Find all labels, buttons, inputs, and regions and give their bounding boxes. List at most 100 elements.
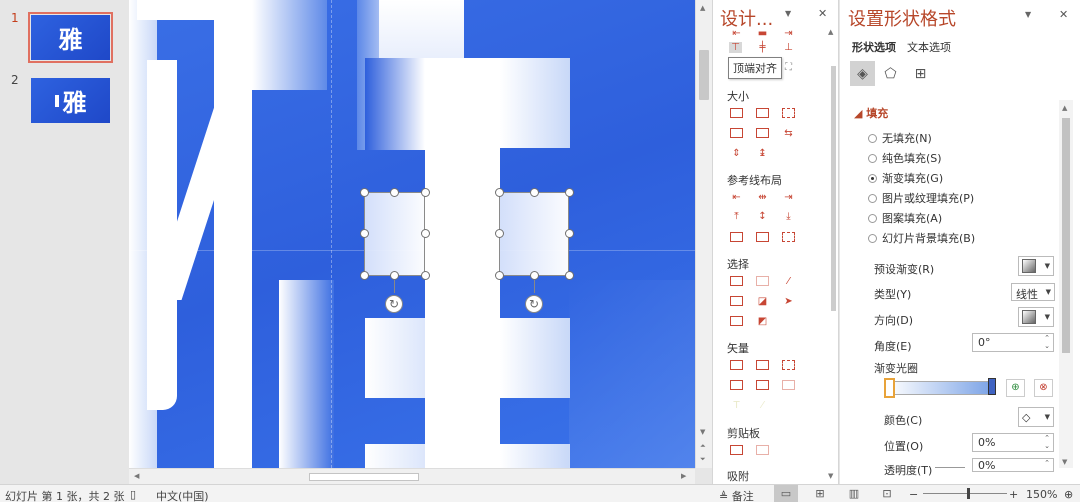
transparency-slider[interactable] xyxy=(935,467,965,468)
guide-top-icon[interactable]: ⤒ xyxy=(730,211,743,222)
guide-grid-icon[interactable] xyxy=(782,232,795,242)
align-top-icon[interactable]: ⊤ xyxy=(729,42,742,53)
resize-handle[interactable] xyxy=(495,271,504,280)
guide-distribute-icon[interactable] xyxy=(756,232,769,242)
zoom-slider-thumb[interactable] xyxy=(967,488,970,499)
angle-input[interactable]: 0° ⌃ ⌄ xyxy=(972,333,1054,352)
selected-rectangle-1[interactable] xyxy=(364,192,425,276)
radio-gradient-fill[interactable]: 渐变填充(G) xyxy=(868,170,943,186)
radio-picture-fill[interactable]: 图片或纹理填充(P) xyxy=(868,190,974,206)
slide-thumbnail-1[interactable]: 雅 xyxy=(28,12,113,63)
guide-distribute-icon[interactable] xyxy=(730,232,743,242)
remove-stop-icon[interactable]: ⊗ xyxy=(1034,379,1053,397)
resize-handle[interactable] xyxy=(565,271,574,280)
select-layer-icon[interactable]: ◪ xyxy=(756,296,769,307)
scroll-left-icon[interactable]: ◀ xyxy=(134,472,139,480)
resize-handle[interactable] xyxy=(390,271,399,280)
select-group-icon[interactable] xyxy=(730,316,743,326)
zoom-slider[interactable] xyxy=(923,493,1007,494)
align-middle-icon[interactable]: ╪ xyxy=(756,42,769,53)
resize-handle[interactable] xyxy=(360,188,369,197)
tab-text-options[interactable]: 文本选项 xyxy=(907,39,951,55)
size-properties-icon[interactable]: ⊞ xyxy=(908,61,933,86)
gradient-stops-bar[interactable] xyxy=(886,381,994,395)
reading-view-icon[interactable]: ▥ xyxy=(842,485,866,502)
guide-bottom-icon[interactable]: ⤓ xyxy=(782,211,795,222)
preset-gradient-picker[interactable]: ▼ xyxy=(1018,256,1054,276)
pane-scrollbar[interactable] xyxy=(831,66,836,311)
fragment-icon[interactable] xyxy=(782,360,795,370)
radio-background-fill[interactable]: 幻灯片背景填充(B) xyxy=(868,230,975,246)
copy-icon[interactable] xyxy=(730,445,743,455)
position-input[interactable]: 0% ⌃ ⌄ xyxy=(972,433,1054,452)
slideshow-icon[interactable]: ⊡ xyxy=(875,485,899,502)
resize-handle[interactable] xyxy=(530,188,539,197)
pane-options-icon[interactable]: ▼ xyxy=(1025,10,1031,19)
next-slide-icon[interactable]: ⏷ xyxy=(700,455,706,464)
resize-handle[interactable] xyxy=(360,229,369,238)
resize-handle[interactable] xyxy=(421,271,430,280)
scrollbar-thumb[interactable] xyxy=(1062,118,1070,353)
resize-handle[interactable] xyxy=(495,188,504,197)
align-right-icon[interactable]: ⇥ xyxy=(782,28,795,39)
select-same-icon[interactable] xyxy=(730,276,743,286)
fill-section-header[interactable]: ◢ 填充 xyxy=(854,105,888,121)
fit-to-window-icon[interactable]: ⊕ xyxy=(1064,488,1073,501)
radio-no-fill[interactable]: 无填充(N) xyxy=(868,130,932,146)
normal-view-icon[interactable]: ▭ xyxy=(774,485,798,502)
selected-rectangle-2[interactable] xyxy=(499,192,569,276)
same-size-icon[interactable] xyxy=(730,108,743,118)
swap-size-icon[interactable]: ⇆ xyxy=(782,128,795,139)
scroll-down-icon[interactable]: ▼ xyxy=(828,472,833,480)
canvas-vertical-scrollbar[interactable]: ▲ ▼ ⏶ ⏷ xyxy=(695,0,712,468)
select-layer-icon[interactable]: ◩ xyxy=(756,316,769,327)
guide-center-icon[interactable]: ⇹ xyxy=(756,192,769,203)
guide-left-icon[interactable]: ⇤ xyxy=(730,192,743,203)
subtract-icon[interactable] xyxy=(756,380,769,390)
close-icon[interactable]: ✕ xyxy=(818,7,827,20)
resize-handle[interactable] xyxy=(565,188,574,197)
gradient-stop-handle[interactable] xyxy=(988,378,996,395)
radio-pattern-fill[interactable]: 图案填充(A) xyxy=(868,210,942,226)
pane-options-icon[interactable]: ▼ xyxy=(785,9,791,18)
color-picker[interactable]: ◇ ▼ xyxy=(1018,407,1054,427)
select-group-icon[interactable] xyxy=(730,296,743,306)
scroll-down-icon[interactable]: ▼ xyxy=(1062,458,1067,466)
resize-handle[interactable] xyxy=(495,229,504,238)
spinner-icon[interactable]: ⌃ ⌄ xyxy=(1044,334,1050,350)
combine-icon[interactable] xyxy=(756,360,769,370)
effects-pentagon-icon[interactable]: ⬠ xyxy=(878,61,903,86)
zoom-out-button[interactable]: − xyxy=(909,488,918,501)
guide-right-icon[interactable]: ⇥ xyxy=(782,192,795,203)
scrollbar-thumb[interactable] xyxy=(309,473,419,481)
resize-handle[interactable] xyxy=(421,188,430,197)
cursor-icon[interactable]: ➤ xyxy=(782,296,795,307)
type-dropdown[interactable]: 线性 ▼ xyxy=(1011,283,1055,301)
spinner-icon[interactable]: ⌃ xyxy=(1044,459,1050,467)
fill-line-icon[interactable]: ◈ xyxy=(850,61,875,86)
resize-handle[interactable] xyxy=(390,188,399,197)
union-icon[interactable] xyxy=(730,360,743,370)
resize-handle[interactable] xyxy=(530,271,539,280)
stretch-icon[interactable]: ↨ xyxy=(756,148,769,159)
scroll-up-icon[interactable]: ▲ xyxy=(700,4,705,12)
book-icon[interactable]: ▯ xyxy=(130,488,136,501)
zoom-in-button[interactable]: + xyxy=(1009,488,1018,501)
resize-handle[interactable] xyxy=(360,271,369,280)
expand-icon[interactable]: ⛶ xyxy=(782,62,795,73)
scroll-up-icon[interactable]: ▲ xyxy=(1062,104,1067,112)
prev-slide-icon[interactable]: ⏶ xyxy=(700,442,706,451)
stretch-icon[interactable]: ⇕ xyxy=(730,148,743,159)
magic-select-icon[interactable]: ⁄ xyxy=(782,276,795,287)
align-left-icon[interactable]: ⇤ xyxy=(730,28,743,39)
add-stop-icon[interactable]: ⊕ xyxy=(1006,379,1025,397)
resize-handle[interactable] xyxy=(421,229,430,238)
slide-sorter-icon[interactable]: ⊞ xyxy=(808,485,832,502)
resize-icon[interactable] xyxy=(756,128,769,138)
guide-middle-icon[interactable]: ↕ xyxy=(756,211,769,222)
notes-button[interactable]: ≜ 备注 xyxy=(719,488,754,502)
rotate-handle-icon[interactable]: ↻ xyxy=(525,295,543,313)
scroll-down-icon[interactable]: ▼ xyxy=(700,428,705,436)
same-height-icon[interactable] xyxy=(782,108,795,118)
spinner-icon[interactable]: ⌃ ⌄ xyxy=(1044,434,1050,450)
